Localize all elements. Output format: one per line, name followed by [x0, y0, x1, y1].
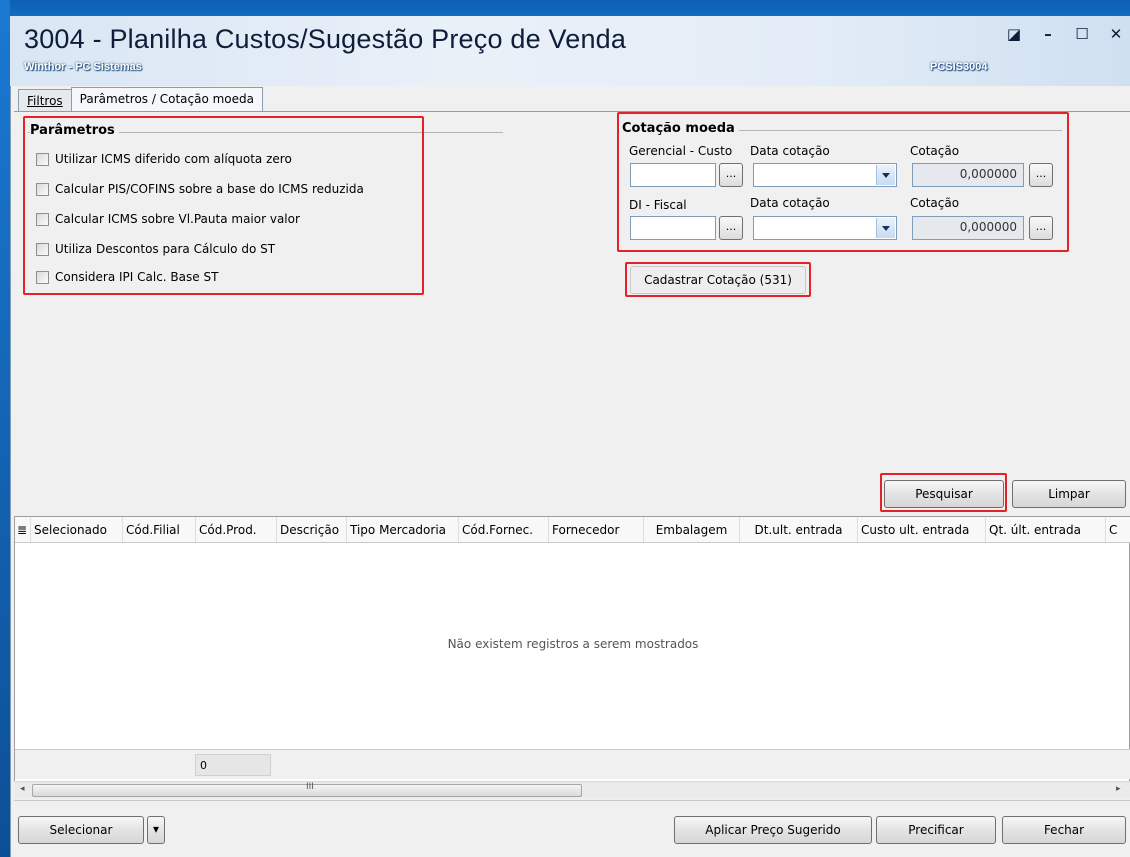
checkbox-icon[interactable] — [36, 152, 49, 166]
aplicar-preco-sugerido-button[interactable]: Aplicar Preço Sugerido — [674, 816, 872, 844]
option-label: Calcular PIS/COFINS sobre a base do ICMS… — [55, 182, 364, 196]
option-icms-pauta[interactable]: Calcular ICMS sobre Vl.Pauta maior valor — [36, 212, 300, 226]
option-icms-diferido[interactable]: Utilizar ICMS diferido com alíquota zero — [36, 152, 292, 166]
column-header[interactable]: Dt.ult. entrada — [740, 517, 858, 542]
column-chooser-icon[interactable]: ≣ — [15, 517, 31, 542]
column-header[interactable]: Cód.Filial — [123, 517, 196, 542]
di-fiscal-label: DI - Fiscal — [629, 198, 687, 212]
close-icon[interactable]: ✕ — [1108, 26, 1124, 42]
minimize-icon[interactable]: – — [1040, 26, 1056, 42]
option-label: Utiliza Descontos para Cálculo do ST — [55, 242, 276, 256]
option-descontos-st[interactable]: Utiliza Descontos para Cálculo do ST — [36, 242, 275, 256]
limpar-button[interactable]: Limpar — [1012, 480, 1126, 508]
window-border — [0, 0, 10, 857]
gerencial-cotacao-lookup-button[interactable]: ... — [1029, 163, 1053, 187]
restore-icon[interactable]: ◪ — [1006, 26, 1022, 42]
checkbox-icon[interactable] — [36, 242, 49, 256]
gerencial-cotacao-label: Cotação — [910, 144, 960, 158]
gerencial-data-cotacao-label: Data cotação — [750, 144, 830, 158]
column-header[interactable]: Fornecedor — [549, 517, 644, 542]
scroll-right-icon[interactable]: ▸ — [1116, 784, 1121, 794]
empty-grid-message: Não existem registros a serem mostrados — [447, 637, 699, 651]
option-label: Utilizar ICMS diferido com alíquota zero — [55, 152, 292, 166]
gerencial-date-combo[interactable] — [753, 163, 897, 187]
column-header[interactable]: Selecionado — [31, 517, 123, 542]
title-bar: 3004 - Planilha Custos/Sugestão Preço de… — [0, 0, 1130, 86]
scrollbar-grip-icon: III — [306, 782, 314, 792]
grid-summary-count: 0 — [195, 754, 271, 776]
column-header[interactable]: Descrição — [277, 517, 347, 542]
column-header[interactable]: Cód.Prod. — [196, 517, 277, 542]
fiscal-cotacao-lookup-button[interactable]: ... — [1029, 216, 1053, 240]
gerencial-cotacao-value: 0,000000 — [912, 163, 1024, 187]
column-header[interactable]: Tipo Mercadoria — [347, 517, 459, 542]
option-label: Considera IPI Calc. Base ST — [55, 270, 219, 284]
fiscal-cotacao-label: Cotação — [910, 196, 960, 210]
fiscal-date-combo[interactable] — [753, 216, 897, 240]
tab-parametros-cotacao[interactable]: Parâmetros / Cotação moeda — [70, 87, 263, 111]
fiscal-lookup-button[interactable]: ... — [719, 216, 743, 240]
checkbox-icon[interactable] — [36, 270, 49, 284]
precificar-button[interactable]: Precificar — [876, 816, 996, 844]
fiscal-data-cotacao-label: Data cotação — [750, 196, 830, 210]
results-grid: ≣ Selecionado Cód.Filial Cód.Prod. Descr… — [14, 516, 1130, 792]
fiscal-cotacao-value: 0,000000 — [912, 216, 1024, 240]
chevron-down-icon[interactable] — [876, 165, 895, 185]
fechar-button[interactable]: Fechar — [1002, 816, 1126, 844]
checkbox-icon[interactable] — [36, 212, 49, 226]
selecionar-dropdown-icon[interactable]: ▾ — [147, 816, 165, 844]
window-subtitle: Winthor - PC Sistemas — [24, 61, 142, 73]
gerencial-custo-label: Gerencial - Custo — [629, 144, 733, 158]
checkbox-icon[interactable] — [36, 182, 49, 196]
option-pis-cofins[interactable]: Calcular PIS/COFINS sobre a base do ICMS… — [36, 182, 364, 196]
window-title: 3004 - Planilha Custos/Sugestão Preço de… — [24, 24, 627, 54]
tab-filtros[interactable]: Filtros — [18, 89, 72, 111]
chevron-down-icon[interactable] — [876, 218, 895, 238]
column-header[interactable]: Custo ult. entrada — [858, 517, 986, 542]
gerencial-lookup-button[interactable]: ... — [719, 163, 743, 187]
column-header[interactable]: C — [1106, 517, 1126, 542]
option-label: Calcular ICMS sobre Vl.Pauta maior valor — [55, 212, 300, 226]
grid-header: ≣ Selecionado Cód.Filial Cód.Prod. Descr… — [15, 517, 1130, 543]
selecionar-button[interactable]: Selecionar — [18, 816, 144, 844]
column-header[interactable]: Qt. últ. entrada — [986, 517, 1106, 542]
horizontal-scrollbar[interactable]: ◂ III ▸ — [14, 781, 1130, 798]
footer-divider — [14, 800, 1130, 801]
parametros-highlight — [23, 116, 424, 295]
column-header[interactable]: Cód.Fornec. — [459, 517, 549, 542]
routine-code: PCSIS3004 — [930, 61, 988, 73]
tab-strip: Filtros Parâmetros / Cotação moeda — [18, 87, 263, 111]
pesquisar-highlight — [880, 473, 1007, 512]
di-fiscal-input[interactable] — [630, 216, 716, 240]
maximize-icon[interactable]: ☐ — [1074, 26, 1090, 42]
gerencial-custo-input[interactable] — [630, 163, 716, 187]
column-header[interactable]: Embalagem — [644, 517, 740, 542]
cadastrar-highlight — [625, 262, 811, 297]
grid-summary-row: 0 — [15, 749, 1130, 779]
option-ipi-base-st[interactable]: Considera IPI Calc. Base ST — [36, 270, 218, 284]
scroll-left-icon[interactable]: ◂ — [20, 784, 25, 794]
window-controls: ◪ – ☐ ✕ — [1006, 26, 1124, 42]
